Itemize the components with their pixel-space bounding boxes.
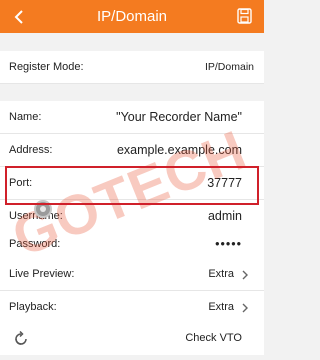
port-label: Port: [9, 177, 33, 189]
app: IP/Domain Register Mode: IP/Domain Name:… [0, 0, 264, 360]
port-row[interactable]: Port: 37777 [0, 167, 264, 200]
top-bar: IP/Domain [0, 0, 264, 33]
chevron-right-icon [242, 270, 248, 280]
register-mode-row[interactable]: Register Mode: IP/Domain [0, 51, 264, 84]
address-label: Address: [9, 144, 53, 156]
check-vto-row[interactable]: Check VTO [0, 322, 264, 355]
password-field[interactable]: ••••• [215, 228, 242, 261]
address-row[interactable]: Address: example.example.com [0, 134, 264, 167]
live-preview-row[interactable]: Live Preview: Extra [0, 258, 264, 291]
playback-label: Playback: [9, 301, 57, 313]
name-row[interactable]: Name: "Your Recorder Name" [0, 101, 264, 134]
touch-indicator [34, 200, 52, 218]
chevron-right-icon [242, 303, 248, 313]
password-row[interactable]: Password: ••••• [0, 228, 264, 261]
port-field[interactable]: 37777 [207, 167, 242, 200]
page-title: IP/Domain [96, 8, 168, 25]
check-vto-label[interactable]: Check VTO [185, 322, 242, 355]
live-preview-label: Live Preview: [9, 268, 75, 280]
password-label: Password: [9, 238, 61, 250]
playback-row[interactable]: Playback: Extra [0, 291, 264, 324]
playback-select[interactable]: Extra [208, 291, 234, 324]
register-mode-label: Register Mode: [9, 61, 84, 73]
live-preview-select[interactable]: Extra [208, 258, 234, 291]
refresh-icon[interactable] [13, 331, 29, 347]
name-label: Name: [9, 111, 42, 123]
register-mode-value: IP/Domain [204, 61, 254, 73]
address-field[interactable]: example.example.com [117, 134, 242, 167]
save-icon[interactable] [237, 8, 252, 24]
name-field[interactable]: "Your Recorder Name" [116, 101, 242, 134]
